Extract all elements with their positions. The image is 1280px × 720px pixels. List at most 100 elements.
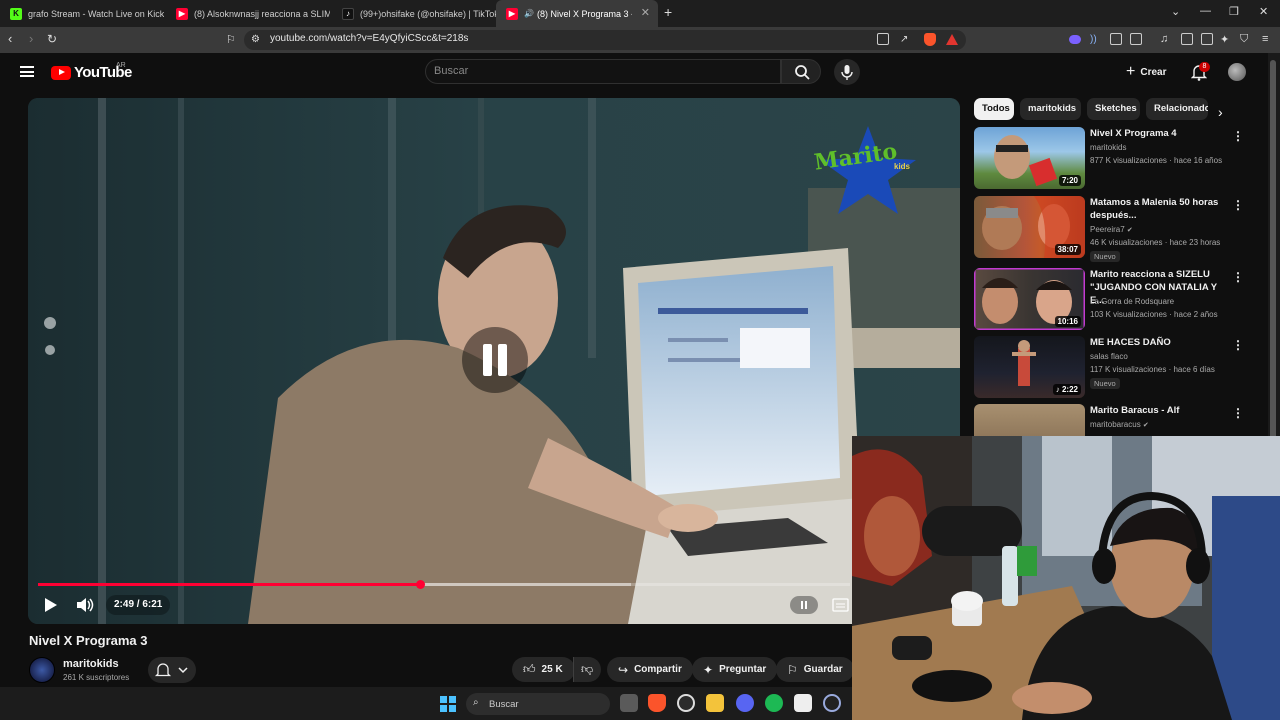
recommendation-item[interactable]: Marito Baracus - Alf maritobaracus ✔ ⋮ [974,404,1259,436]
address-bar-row [0,27,1280,53]
search-button[interactable] [781,59,821,84]
recommendation-channel: Peereira7 ✔ [1090,225,1133,234]
spotify-icon[interactable] [765,694,783,712]
chevron-right-icon[interactable]: › [1218,104,1223,120]
voice-search-button[interactable] [834,59,860,85]
video-thumbnail: ♪ 2:22 [974,336,1085,398]
more-options-icon[interactable]: ⋮ [1232,198,1244,212]
play-button[interactable] [44,598,58,617]
account-avatar[interactable] [1228,63,1246,81]
youtube-play-logo-icon [51,65,71,80]
close-tab-icon[interactable]: ✕ [641,6,650,19]
leo-ai-icon[interactable]: ✦ [1220,33,1229,46]
more-options-icon[interactable]: ⋮ [1232,129,1244,143]
extensions-puzzle-icon[interactable] [1110,33,1122,45]
file-explorer-icon[interactable] [706,694,724,712]
subscription-bell-button[interactable] [148,657,196,683]
chip-sketches[interactable]: Sketches [1087,98,1140,120]
subtitles-button[interactable] [832,596,850,614]
brave-browser-icon[interactable] [648,694,666,712]
new-tab-button[interactable]: + [664,4,672,20]
recommendation-item[interactable]: 10:16 Marito reacciona a SIZELU "JUGANDO… [974,268,1259,332]
recommendation-item[interactable]: 7:20 Nivel X Programa 4 maritokids 877 K… [974,127,1259,191]
ask-button[interactable]: ✦ Preguntar [692,657,778,682]
more-options-icon[interactable]: ⋮ [1232,338,1244,352]
bookmark-icon: ⚐ [787,662,798,677]
new-badge: Nuevo [1090,378,1120,389]
watermark-subtext: kids [894,162,911,171]
music-icon[interactable]: ♫ [1160,33,1168,45]
notification-count-badge: 8 [1199,62,1210,72]
screenshot-icon[interactable] [1130,33,1142,45]
recommendation-title: Matamos a Malenia 50 horas después... [1090,197,1219,221]
brave-shield-icon[interactable] [924,33,936,46]
save-button[interactable]: ⚐ Guardar [776,657,854,682]
create-button[interactable]: + Crear [1120,60,1180,84]
video-duration: 10:16 [1054,316,1081,327]
maximize-button[interactable]: ❐ [1229,5,1239,18]
recommendation-meta: 103 K visualizaciones · hace 2 años [1090,310,1218,319]
sparkle-icon: ✦ [703,662,714,677]
volume-button[interactable] [76,597,94,618]
like-button[interactable]: 👍︎ 25 K [512,657,575,682]
chip-relacionado[interactable]: Relacionado [1146,98,1208,120]
task-view-icon[interactable] [620,694,638,712]
tab-youtube-active[interactable]: ▶ 🔊 (8) Nivel X Programa 3 - YouTube ✕ [496,0,658,27]
wallet-icon[interactable] [1201,33,1213,45]
tab-kick[interactable]: K grafo Stream - Watch Live on Kick [0,0,164,27]
share-button[interactable]: ↪ Compartir [607,657,693,682]
site-info-icon[interactable]: ⚙ [251,34,260,45]
video-thumbnail: 7:20 [974,127,1085,189]
windows-start-icon[interactable] [440,696,456,717]
translate-icon[interactable]: )) [1090,34,1097,45]
autoplay-toggle[interactable] [790,596,818,614]
hamburger-menu-icon[interactable] [20,66,34,77]
app-icon[interactable] [823,694,841,712]
channel-avatar[interactable] [29,657,55,683]
channel-name[interactable]: maritokids [63,658,119,670]
recommendation-item[interactable]: 38:07 Matamos a Malenia 50 horas después… [974,196,1259,262]
browser-menu-icon[interactable]: ≡ [1262,33,1268,45]
create-label: Crear [1140,66,1167,78]
discord-icon[interactable] [736,694,754,712]
bookmark-icon[interactable]: ⚐ [226,33,236,46]
ask-label: Preguntar [719,664,767,675]
thumbs-down-icon: 👎︎ [581,662,594,676]
cast-icon[interactable] [877,33,889,45]
sidebar-icon[interactable] [1181,33,1193,45]
progress-scrubber[interactable] [415,580,425,589]
video-duration: ♪ 2:22 [1052,384,1081,395]
chip-todos[interactable]: Todos [974,98,1014,120]
capcut-icon[interactable] [794,694,812,712]
video-duration: 7:20 [1058,175,1081,186]
recommendation-meta: 46 K visualizaciones · hace 23 horas [1090,238,1221,247]
tab-youtube-reaction[interactable]: ▶ (8) Alsoknwnasjj reacciona a SLIMESA [166,0,330,27]
search-placeholder: Buscar [434,65,469,77]
brave-rewards-icon[interactable] [946,34,958,45]
more-options-icon[interactable]: ⋮ [1232,270,1244,284]
tab-list-icon[interactable]: ⌄ [1171,5,1180,18]
close-window-button[interactable]: ✕ [1259,5,1268,18]
chip-maritokids[interactable]: maritokids [1020,98,1081,120]
share-page-icon[interactable]: ↗ [900,34,908,45]
minimize-button[interactable]: — [1200,5,1211,17]
extension-icon[interactable] [1069,35,1081,44]
vpn-icon[interactable]: ⛉ [1240,33,1248,46]
share-label: Compartir [634,664,682,675]
center-pause-button[interactable] [462,327,528,393]
search-input[interactable] [425,59,781,84]
forward-icon[interactable]: › [29,31,33,46]
taskbar-search[interactable] [466,693,610,715]
obs-icon[interactable] [677,694,695,712]
more-options-icon[interactable]: ⋮ [1232,406,1244,420]
subscriber-count: 261 K suscriptores [63,673,130,682]
time-display: 2:49 / 6:21 [106,595,171,615]
recommendation-channel: maritokids [1090,143,1127,152]
tab-title: grafo Stream - Watch Live on Kick [28,8,164,19]
back-icon[interactable]: ‹ [8,31,12,46]
tab-title: (8) Alsoknwnasjj reacciona a SLIMESA [194,8,330,19]
dislike-button[interactable]: 👎︎ [573,657,601,682]
recommendation-item[interactable]: ♪ 2:22 ME HACES DAÑO salas flaco 117 K v… [974,336,1259,400]
reload-icon[interactable]: ↻ [47,32,57,46]
tab-tiktok[interactable]: ♪ (99+)ohsifake (@ohsifake) | TikTok [332,0,496,27]
